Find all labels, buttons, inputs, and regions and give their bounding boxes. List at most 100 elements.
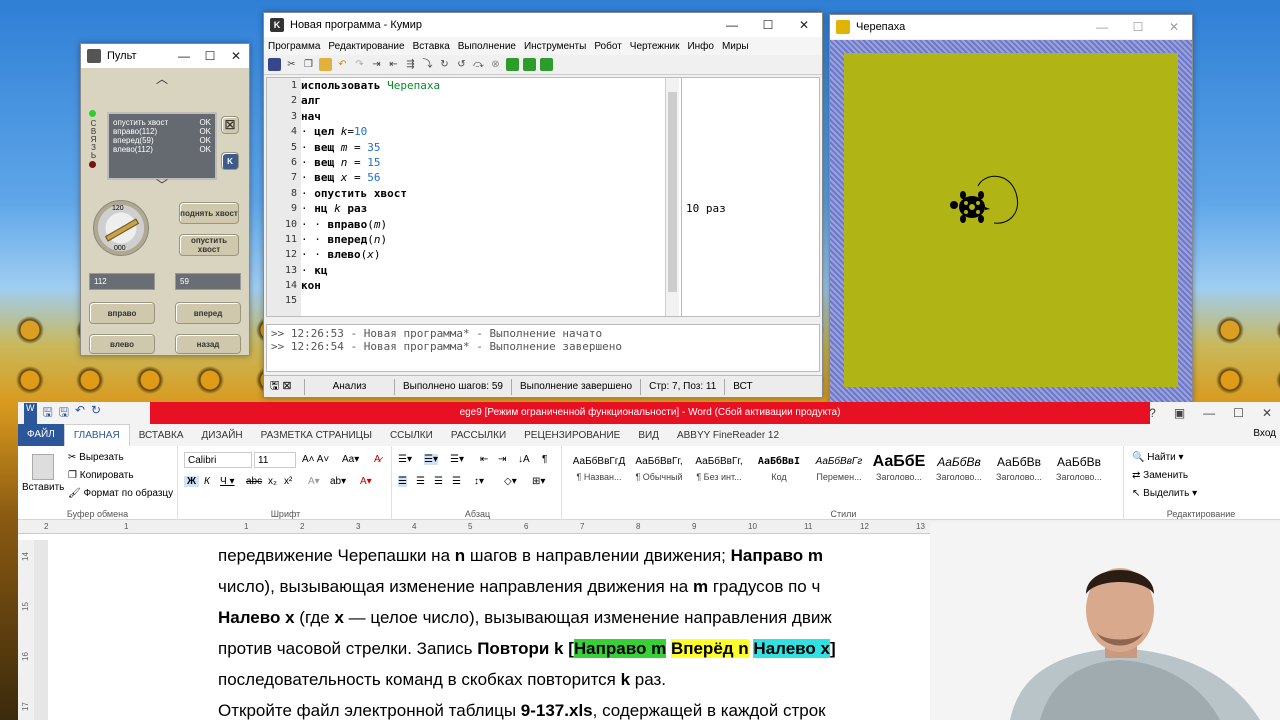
clear-log-button[interactable]: ☒ [221, 116, 239, 134]
left-button[interactable]: влево [89, 334, 155, 354]
copy-button[interactable]: ❐ Копировать [68, 470, 134, 481]
style-preset[interactable]: АаБбВвГг, ¶ Обычный [630, 452, 688, 488]
scroll-up-arrow-icon[interactable]: ︿ [156, 70, 168, 87]
close-button[interactable]: ✕ [1262, 406, 1272, 420]
menu-item[interactable]: Робот [594, 41, 621, 52]
style-preset[interactable]: АаБбВвI Код [750, 452, 808, 488]
code-line[interactable]: 11 · · вперед(n) [285, 232, 665, 247]
document-line[interactable]: против часовой стрелки. Запись Повтори k… [218, 639, 836, 659]
menu-item[interactable]: Программа [268, 41, 320, 52]
paste-button[interactable]: Вставить [22, 482, 64, 493]
menu-item[interactable]: Миры [722, 41, 749, 52]
ribbon-tab[interactable]: ФАЙЛ [18, 424, 64, 446]
bold-button[interactable]: Ж [184, 476, 200, 487]
cut-button[interactable]: ✂ Вырезать [68, 452, 124, 463]
copy-icon[interactable]: ❐ [302, 58, 315, 71]
replace-button[interactable]: ⇄ Заменить [1132, 470, 1188, 481]
style-preset[interactable]: АаБбВв Заголово... [930, 452, 988, 488]
close-button[interactable]: ✕ [786, 13, 822, 37]
kumir-window[interactable]: K Новая программа - Кумир — ☐ ✕ Программ… [263, 12, 823, 398]
stop-icon[interactable]: ⊗ [489, 58, 502, 71]
distance-field[interactable]: 59 [175, 273, 241, 290]
turtle-window[interactable]: Черепаха — ☐ ✕ [829, 14, 1193, 404]
sort-icon[interactable]: ↓A [518, 454, 530, 465]
cut-icon[interactable]: ✂ [285, 58, 298, 71]
save-as-icon[interactable]: 🖫 [59, 403, 69, 424]
menu-item[interactable]: Инфо [687, 41, 714, 52]
superscript-button[interactable]: x² [284, 476, 292, 487]
step-out-icon[interactable]: ↺ [455, 58, 468, 71]
lower-tail-button[interactable]: опустить хвост [179, 234, 239, 256]
subscript-button[interactable]: x₂ [268, 476, 277, 487]
document-line[interactable]: Налево x (где x — целое число), вызывающ… [218, 608, 832, 628]
document-line[interactable]: последовательность команд в скобках повт… [218, 670, 666, 690]
raise-tail-button[interactable]: поднять хвост [179, 202, 239, 224]
redo-icon[interactable]: ↻ [91, 403, 101, 424]
borders-icon[interactable]: ⊞▾ [532, 476, 545, 487]
ribbon-display-icon[interactable]: ▣ [1174, 406, 1185, 420]
find-button[interactable]: 🔍 Найти ▾ [1132, 452, 1184, 463]
font-color-icon[interactable]: A▾ [360, 476, 372, 487]
minimize-button[interactable]: — [171, 44, 197, 68]
numbering-icon[interactable]: ☰▾ [424, 454, 438, 465]
close-button[interactable]: ✕ [1156, 15, 1192, 39]
vertical-ruler[interactable]: 14 15 16 17 [18, 540, 34, 720]
kumir-titlebar[interactable]: K Новая программа - Кумир — ☐ ✕ [264, 13, 822, 37]
menu-item[interactable]: Инструменты [524, 41, 586, 52]
justify-icon[interactable]: ☰ [452, 476, 461, 487]
document-line[interactable]: Откройте файл электронной таблицы 9-137.… [218, 701, 826, 720]
strikethrough-button[interactable]: abc [246, 476, 262, 487]
align-right-icon[interactable]: ☰ [434, 476, 443, 487]
document-page[interactable]: передвижение Черепашки на n шагов в напр… [48, 540, 932, 720]
right-button[interactable]: вправо [89, 302, 155, 324]
save-icon[interactable] [268, 58, 281, 71]
pult-window[interactable]: Пульт — ☐ ✕ ︿ СВЯЗЬ опустить хвост OK впра… [80, 43, 250, 356]
scroll-down-arrow-icon[interactable]: ﹀ [156, 176, 168, 193]
editor-scrollbar[interactable] [665, 78, 679, 316]
align-center-icon[interactable]: ☰ [416, 476, 425, 487]
style-preset[interactable]: АаБбВв Заголово... [990, 452, 1048, 488]
code-line[interactable]: 10 · · вправо(m) [285, 217, 665, 232]
ribbon-tab[interactable]: РАССЫЛКИ [442, 430, 515, 441]
step-in-icon[interactable]: ↻ [438, 58, 451, 71]
maximize-button[interactable]: ☐ [1233, 406, 1244, 420]
minimize-button[interactable]: — [1203, 406, 1215, 420]
minimize-button[interactable]: — [1084, 15, 1120, 39]
indent-icon[interactable]: ⇥ [370, 58, 383, 71]
ribbon-tab[interactable]: ABBYY FineReader 12 [668, 430, 788, 441]
word-titlebar[interactable]: W 🖫 🖫 ↶ ↻ ege9 [Режим ограниченной функц… [18, 402, 1280, 424]
code-line[interactable]: 3 нач [291, 109, 665, 124]
code-text[interactable]: 1 использовать Черепаха 2 алг 3 нач 4 · цел k=1… [285, 78, 665, 316]
style-preset[interactable]: АаБбВвГг Перемен... [810, 452, 868, 488]
align-left-icon[interactable]: ☰ [398, 476, 407, 487]
code-line[interactable]: 6 · вещ n = 15 [291, 155, 665, 170]
layout-icon[interactable] [540, 58, 553, 71]
ribbon-tab[interactable]: ГЛАВНАЯ [63, 424, 130, 446]
ribbon-tab[interactable]: РЕЦЕНЗИРОВАНИЕ [515, 430, 629, 441]
bullets-icon[interactable]: ☰▾ [398, 454, 412, 465]
grid-icon[interactable] [506, 58, 519, 71]
code-line[interactable]: 14 кон [285, 278, 665, 293]
ribbon-tab[interactable]: РАЗМЕТКА СТРАНИЦЫ [252, 430, 381, 441]
menu-item[interactable]: Редактирование [328, 41, 404, 52]
k-button[interactable]: K [221, 152, 239, 170]
pult-titlebar[interactable]: Пульт — ☐ ✕ [81, 44, 249, 68]
turtle-titlebar[interactable]: Черепаха — ☐ ✕ [830, 15, 1192, 39]
underline-button[interactable]: Ч ▾ [220, 476, 234, 487]
shading-icon[interactable]: ◇▾ [504, 476, 517, 487]
undo-icon[interactable]: ↶ [336, 58, 349, 71]
redo-icon[interactable]: ↷ [353, 58, 366, 71]
maximize-button[interactable]: ☐ [197, 44, 223, 68]
format-painter-button[interactable]: 🖌 Формат по образцу [68, 488, 173, 499]
ribbon-tab[interactable]: ВИД [629, 430, 668, 441]
code-line[interactable]: 12 · · влево(x) [285, 247, 665, 262]
font-name-select[interactable]: Calibri [184, 452, 252, 468]
sign-in-link[interactable]: Вход [1253, 428, 1276, 439]
help-icon[interactable]: ? [1149, 406, 1156, 420]
style-preset[interactable]: АаБбВвГг, ¶ Без инт... [690, 452, 748, 488]
undo-icon[interactable]: ↶ [75, 403, 85, 424]
menu-item[interactable]: Выполнение [458, 41, 516, 52]
code-line[interactable]: 13 · кц [285, 263, 665, 278]
italic-button[interactable]: К [204, 476, 210, 487]
code-line[interactable]: 5 · вещ m = 35 [291, 140, 665, 155]
